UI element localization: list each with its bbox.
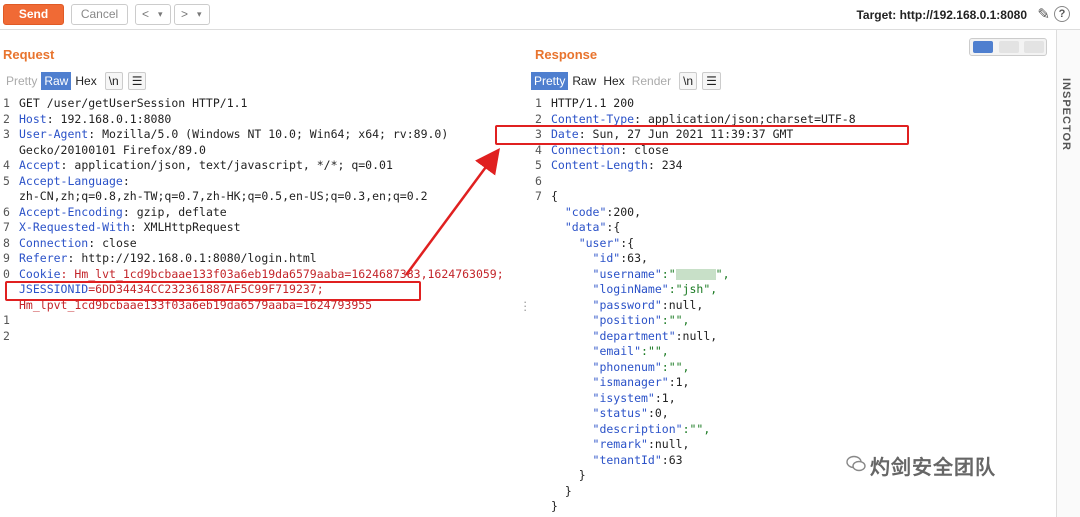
annotation-arrow [404,147,500,276]
wechat-logo-icon [846,455,866,472]
watermark-text: 灼剑安全团队 [870,457,996,479]
